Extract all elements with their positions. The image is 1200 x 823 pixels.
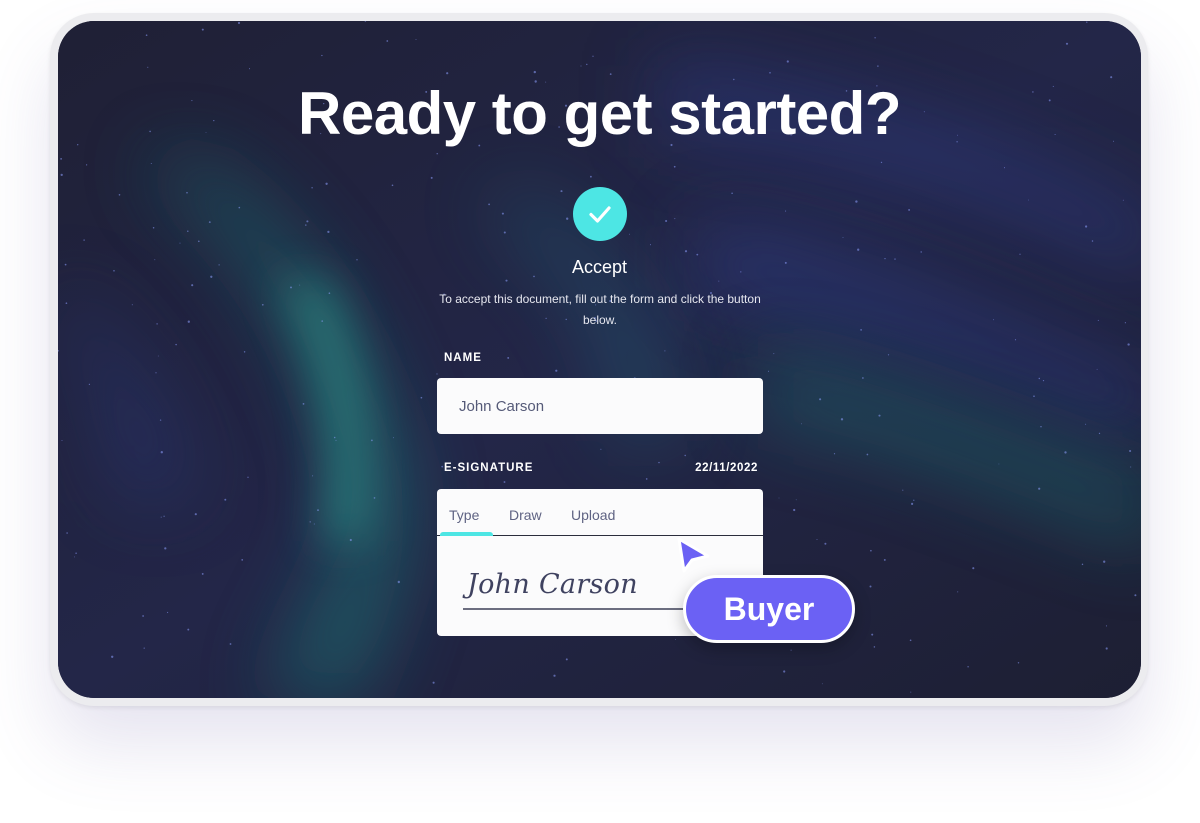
name-input[interactable] [437,378,763,434]
accept-panel: Ready to get started? Accept To accept t… [58,21,1141,698]
buyer-cursor-badge: Buyer [683,575,855,643]
accept-description: To accept this document, fill out the fo… [439,292,761,327]
tab-upload[interactable]: Upload [571,507,615,523]
tab-draw[interactable]: Draw [509,507,542,523]
typed-signature[interactable]: John Carson [467,569,638,600]
name-label: NAME [444,352,482,364]
page-title: Ready to get started? [298,80,901,147]
accept-status-badge [573,187,627,241]
active-tab-indicator [440,532,493,536]
screen: Ready to get started? Accept To accept t… [58,21,1141,698]
tab-type[interactable]: Type [449,507,479,523]
accept-heading: Accept [571,257,628,277]
pointer-cursor-icon [677,537,710,573]
signature-date: 22/11/2022 [695,462,758,474]
check-icon [589,206,611,223]
e-signature-label: E-SIGNATURE [444,462,534,474]
signature-tabs: Type Draw Upload [437,489,763,536]
